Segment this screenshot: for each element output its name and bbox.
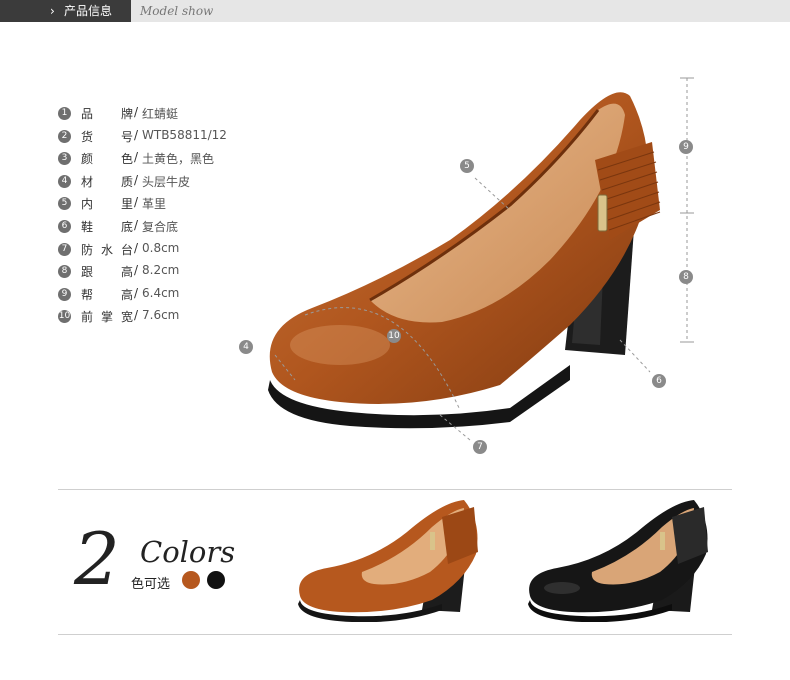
header-bar: › 产品信息 Model show [0,0,790,22]
spec-value: 红蜻蜓 [142,107,179,121]
spec-number: 6 [58,219,71,233]
spec-label: 帮高 [81,287,133,302]
callout-badge: 4 [239,340,253,354]
callout-badge: 7 [473,440,487,454]
callout-badge: 10 [387,329,401,343]
spec-value: 7.6cm [142,308,180,323]
spec-separator: / [134,105,139,119]
spec-number: 2 [58,129,71,143]
spec-value: 土黄色，黑色 [142,152,215,167]
spec-label: 前掌宽 [81,310,133,325]
spec-label: 材质 [81,174,133,189]
spec-number: 8 [58,265,71,279]
spec-separator: / [134,308,139,323]
color-count: 2 [74,517,120,601]
spec-label: 颜色 [81,152,133,167]
callout-badge: 8 [679,270,693,284]
spec-label: 货号 [81,129,133,144]
shoe-main [268,92,661,429]
color-swatch-brown [182,571,200,589]
spec-value: 0.8cm [142,240,180,255]
spec-separator: / [134,217,139,232]
divider [58,634,732,635]
section-title: 产品信息 [64,4,113,18]
callout-badge: 6 [652,374,666,388]
spec-label: 鞋底 [81,219,133,234]
shoe-thumbnail-brown[interactable] [292,492,492,622]
spec-value: WTB58811/12 [142,127,227,142]
spec-value: 复合底 [142,219,179,234]
spec-value: 6.4cm [142,285,180,300]
spec-separator: / [134,150,139,165]
colors-caption: 色可选 [131,577,171,592]
spec-number: 5 [58,197,71,211]
spec-number: 10 [58,310,71,324]
spec-value: 革里 [142,197,167,212]
spec-separator: / [134,240,139,255]
colors-heading: Colors [140,535,236,569]
spec-separator: / [134,285,139,300]
spec-separator: / [134,263,139,278]
chevron-right-icon: › [50,4,55,18]
spec-number: 4 [58,174,71,188]
section-tab: › 产品信息 [0,0,131,22]
section-subtitle: Model show [140,4,214,18]
spec-number: 7 [58,242,71,256]
spec-label: 内里 [81,197,133,212]
color-swatch-black [207,571,225,589]
spec-separator: / [134,195,139,210]
callout-badge: 5 [460,159,474,173]
spec-separator: / [134,127,139,142]
spec-label: 防水台 [81,242,133,257]
spec-label: 跟高 [81,265,133,280]
shoe-thumbnail-black[interactable] [522,492,722,622]
spec-number: 3 [58,152,71,166]
divider [58,489,732,490]
spec-label: 品牌 [81,107,133,121]
spec-number: 1 [58,107,71,120]
callout-badge: 9 [679,140,693,154]
spec-value: 8.2cm [142,263,180,278]
spec-number: 9 [58,287,71,301]
shoe-illustration [268,77,694,441]
spec-value: 头层牛皮 [142,174,191,189]
spec-separator: / [134,172,139,187]
